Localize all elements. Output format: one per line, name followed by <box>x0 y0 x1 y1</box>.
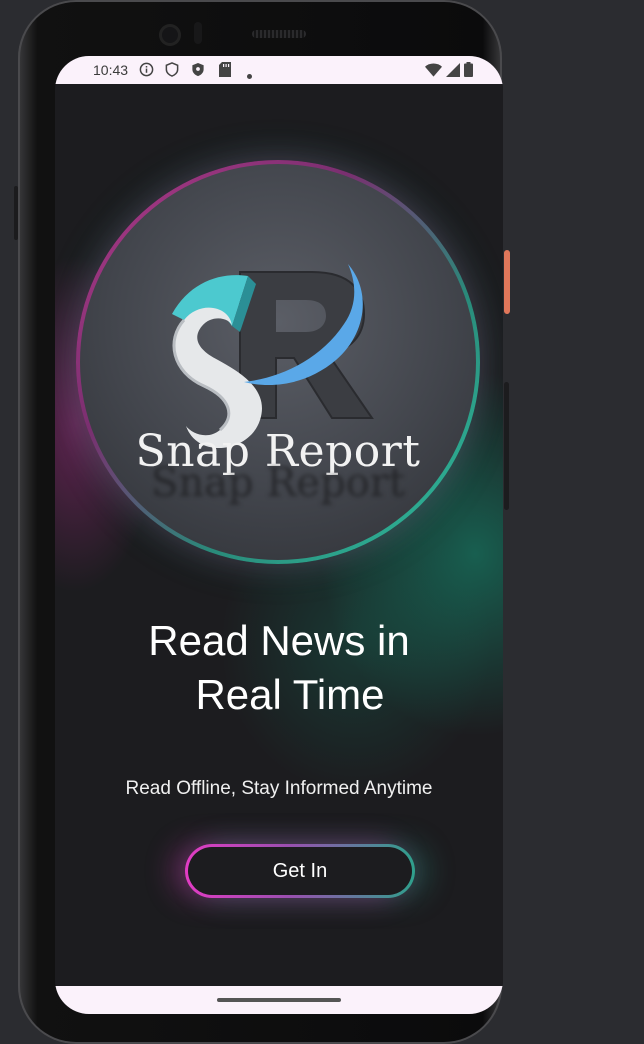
wifi-icon <box>425 63 442 80</box>
logo-ring: Snap Report Snap Report <box>76 160 480 564</box>
signal-icon <box>446 62 460 80</box>
device-screen: 10:43 Snap Report Snap Report Read News … <box>55 56 503 1014</box>
shield-icon <box>165 62 179 81</box>
get-in-button[interactable]: Get In <box>185 844 415 898</box>
earpiece-speaker <box>252 30 306 38</box>
phone-frame: 10:43 Snap Report Snap Report Read News … <box>18 0 503 1044</box>
proximity-sensor <box>194 22 202 44</box>
sd-card-icon <box>219 62 231 81</box>
headline-line-2: Real Time <box>195 671 385 718</box>
welcome-screen: Snap Report Snap Report Read News in Rea… <box>55 84 503 986</box>
page-subtitle: Read Offline, Stay Informed Anytime <box>125 778 433 799</box>
get-in-button-label: Get In <box>188 847 412 895</box>
page-title: Read News in Real Time <box>55 614 503 722</box>
battery-icon <box>464 62 473 80</box>
home-gesture-handle[interactable] <box>217 998 341 1002</box>
info-icon <box>139 62 154 81</box>
logo-brand-reflection: Snap Report <box>150 460 405 506</box>
power-button <box>504 250 510 314</box>
headline-line-1: Read News in <box>148 617 410 664</box>
front-camera <box>159 24 181 46</box>
shield-filled-icon <box>191 62 205 81</box>
status-bar: 10:43 <box>55 56 503 84</box>
app-logo: Snap Report Snap Report <box>80 164 476 560</box>
dot-icon <box>247 67 252 83</box>
status-right-icons <box>425 62 473 80</box>
volume-button <box>504 382 509 510</box>
status-time: 10:43 <box>93 62 129 78</box>
navigation-bar <box>55 986 503 1014</box>
